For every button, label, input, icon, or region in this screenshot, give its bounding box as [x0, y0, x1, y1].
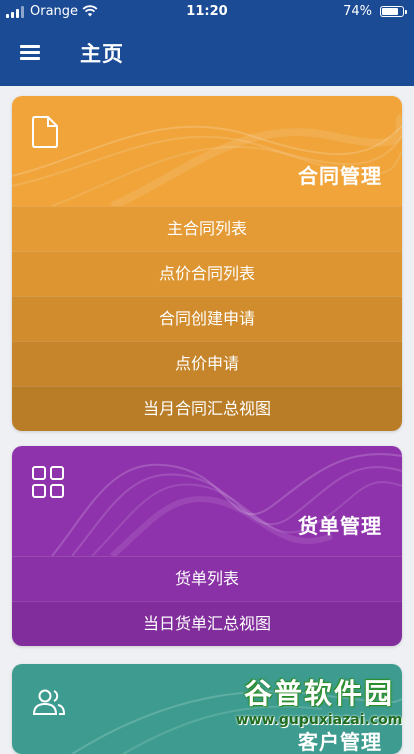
- shipment-management-card: 货单管理 货单列表 当日货单汇总视图: [12, 446, 402, 646]
- list-item-pricing-contracts[interactable]: 点价合同列表: [12, 251, 402, 296]
- list-item-contract-request[interactable]: 合同创建申请: [12, 296, 402, 341]
- contract-management-card: 合同管理 主合同列表 点价合同列表 合同创建申请 点价申请 当月合同汇总视图: [12, 96, 402, 431]
- card-title: 合同管理: [298, 164, 382, 188]
- page-title: 主页: [80, 42, 124, 66]
- card-header: 货单管理: [12, 446, 402, 556]
- users-icon: [32, 689, 66, 715]
- list-item-pricing-request[interactable]: 点价申请: [12, 341, 402, 386]
- list-item-daily-summary[interactable]: 当日货单汇总视图: [12, 601, 402, 646]
- battery-percent: 74%: [343, 4, 372, 19]
- watermark: 谷普软件园 www.gupuxiazai.com: [224, 672, 414, 736]
- wave-decoration: [12, 113, 402, 206]
- card-title: 货单管理: [298, 514, 382, 538]
- list-item-shipment-list[interactable]: 货单列表: [12, 556, 402, 601]
- card-header: 合同管理: [12, 96, 402, 206]
- menu-button[interactable]: [18, 42, 42, 62]
- battery-icon: [380, 6, 407, 17]
- status-bar: Orange 11:20 74%: [0, 0, 414, 24]
- document-icon: [32, 116, 58, 148]
- app-header: Orange 11:20 74% 主页: [0, 0, 414, 86]
- list-item-main-contracts[interactable]: 主合同列表: [12, 206, 402, 251]
- watermark-logo: 谷普软件园: [243, 677, 394, 710]
- grid-icon: [32, 466, 64, 498]
- watermark-url: www.gupuxiazai.com: [235, 712, 403, 728]
- wave-decoration: [51, 453, 402, 556]
- list-item-monthly-summary[interactable]: 当月合同汇总视图: [12, 386, 402, 431]
